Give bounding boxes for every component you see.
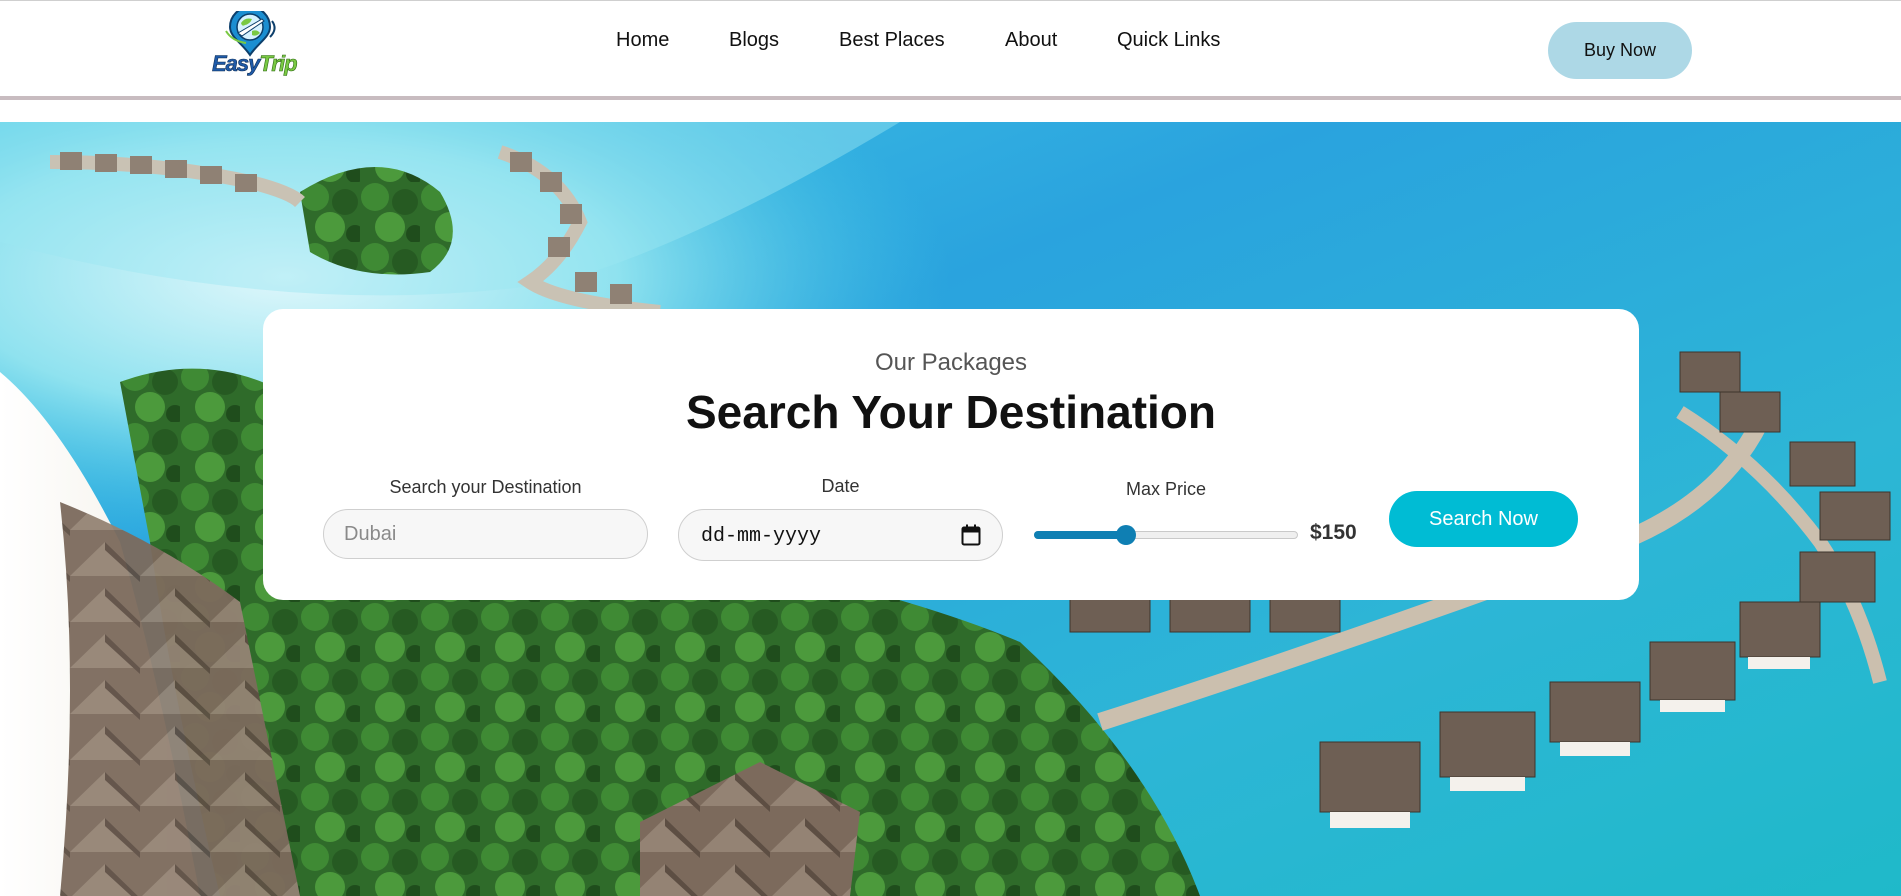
destination-label: Search your Destination xyxy=(389,477,582,497)
slider-fill xyxy=(1034,531,1126,539)
logo-text: EasyTrip xyxy=(212,51,298,77)
nav-best-places[interactable]: Best Places xyxy=(839,29,945,52)
date-placeholder: dd-mm-yyyy xyxy=(701,525,822,548)
buy-now-button[interactable]: Buy Now xyxy=(1548,22,1692,79)
logo-word-trip: Trip xyxy=(259,51,298,77)
nav-blogs[interactable]: Blogs xyxy=(729,29,779,52)
max-price-label: Max Price xyxy=(1125,479,1206,499)
site-header: EasyTrip Home Blogs Best Places About Qu… xyxy=(0,0,1901,100)
section-title: Search Your Destination xyxy=(686,386,1216,438)
nav-quick-links[interactable]: Quick Links xyxy=(1117,29,1220,52)
logo-word-easy: Easy xyxy=(212,51,261,77)
logo[interactable]: EasyTrip xyxy=(212,11,298,79)
nav-about[interactable]: About xyxy=(1005,29,1057,52)
max-price-value: $150 xyxy=(1310,521,1357,544)
destination-input[interactable] xyxy=(323,509,648,559)
date-input[interactable]: dd-mm-yyyy xyxy=(678,509,1003,561)
slider-thumb[interactable] xyxy=(1116,525,1136,545)
section-subtitle: Our Packages xyxy=(874,349,1028,376)
search-now-button[interactable]: Search Now xyxy=(1389,491,1578,547)
calendar-icon[interactable] xyxy=(961,524,981,546)
nav-home[interactable]: Home xyxy=(616,29,669,52)
search-card: Our Packages Search Your Destination Sea… xyxy=(263,309,1639,600)
max-price-slider[interactable] xyxy=(1034,524,1298,546)
date-label: Date xyxy=(821,476,860,496)
